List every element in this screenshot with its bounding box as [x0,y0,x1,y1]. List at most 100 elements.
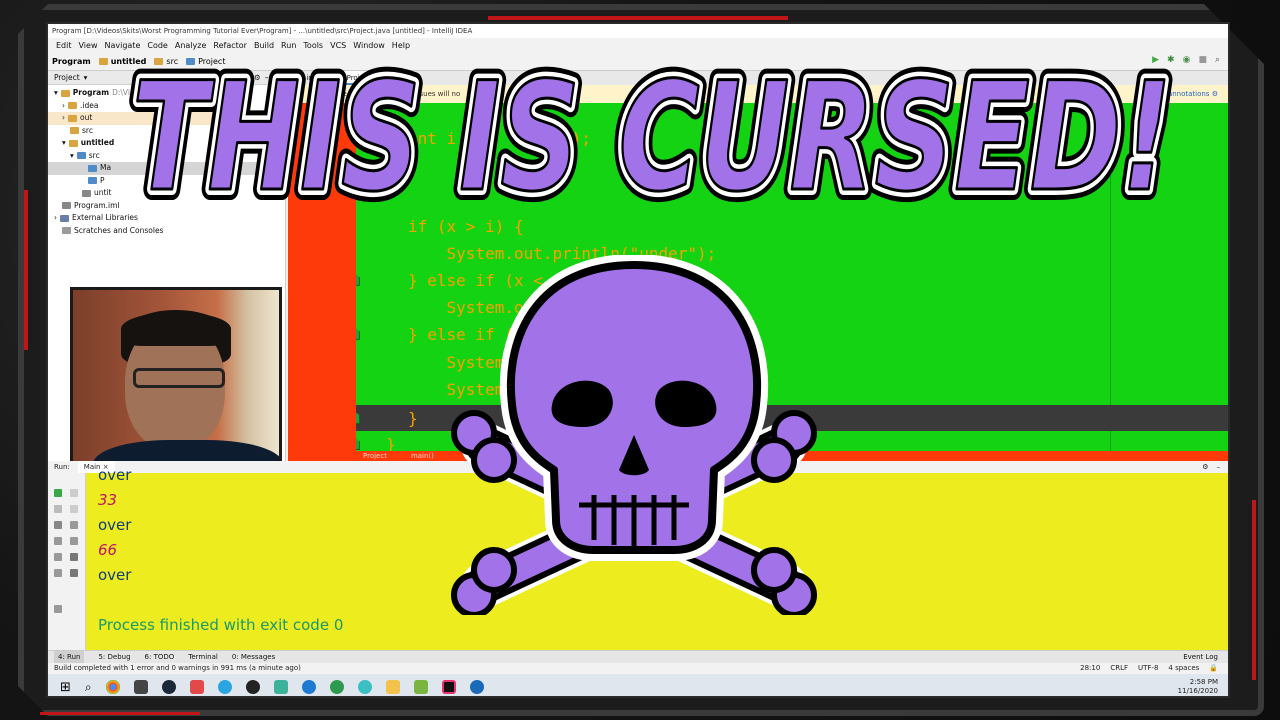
headline-text: THIS IS CURSED! [132,51,1172,224]
chevron-right-icon: › [54,213,57,222]
webcam-glasses [133,368,225,388]
console-output[interactable]: over 33 over 66 over Process finished wi… [98,466,344,638]
frame-accent-top [488,16,788,20]
store-icon[interactable] [133,680,148,694]
photos-icon[interactable] [357,680,372,694]
file-encoding[interactable]: UTF-8 [1138,663,1158,674]
folder-icon [68,114,77,122]
rerun-icon[interactable] [54,489,62,497]
frame-accent-bottom [40,712,200,715]
tool-tab-messages[interactable]: 0: Messages [232,651,275,663]
chrome-icon[interactable] [105,680,120,694]
folder-icon [60,89,70,97]
tool-tab-debug[interactable]: 5: Debug [98,651,130,663]
library-icon [60,214,69,222]
console-line: 66 [98,541,118,559]
chevron-down-icon: ▾ [70,150,74,160]
tree-item-scratches[interactable]: Scratches and Consoles [48,225,285,238]
search-icon[interactable]: ⌕ [1215,55,1220,65]
down-arrow-icon[interactable] [70,505,78,513]
menu-view[interactable]: View [79,38,98,53]
status-message: Build completed with 1 error and 0 warni… [54,664,301,672]
folder-icon [68,102,77,110]
editor-crumb-method[interactable]: main() [411,451,434,461]
breadcrumb-program[interactable]: Program [52,53,91,70]
headline-overlay: THIS IS CURSED! THIS IS CURSED! THIS IS … [121,44,1183,224]
trash-icon[interactable] [70,569,78,577]
minimize-icon[interactable]: – [1217,461,1229,473]
paint-icon[interactable] [413,680,428,694]
iml-file-icon [82,189,91,197]
gear-icon[interactable]: ⚙ [1202,461,1208,473]
class-icon [88,164,97,172]
skull-teeth [579,495,689,547]
soft-wrap-icon[interactable] [70,521,78,529]
tool-tab-run[interactable]: 4: Run [54,651,85,663]
game-icon[interactable] [273,680,288,694]
menu-edit[interactable]: Edit [56,38,72,53]
obs-icon[interactable] [245,680,260,694]
code-text: } [408,409,418,428]
print-icon[interactable] [70,553,78,561]
up-arrow-icon[interactable] [70,489,78,497]
edge-icon[interactable] [217,680,232,694]
code-text: } [386,435,396,451]
steam-icon[interactable] [161,680,176,694]
app-icon[interactable] [189,680,204,694]
webcam-hair-top [121,312,231,346]
tool-tab-terminal[interactable]: Terminal [188,651,218,663]
tray-date[interactable]: 11/16/2020 [1178,687,1218,696]
console-line: 33 [98,491,118,509]
run-toolbar-vertical [48,473,86,650]
chevron-down-icon[interactable]: ▾ [84,71,88,84]
edge-new-icon[interactable] [301,680,316,694]
restore-layout-icon[interactable] [54,537,62,545]
folder-icon [76,152,86,160]
class-icon [88,177,97,185]
status-bar: Build completed with 1 error and 0 warni… [48,663,1228,674]
folder-icon [70,127,79,135]
intellij-icon[interactable] [441,680,456,694]
window-title: Program [D:\Videos\Skits\Worst Programmi… [48,24,1228,38]
pin-icon[interactable] [54,605,62,613]
search-icon[interactable]: ⌕ [85,680,92,695]
skull-crossbones-icon [451,255,817,615]
tool-window-strip: 4: Run 5: Debug 6: TODO Terminal 0: Mess… [48,650,1228,663]
frame-accent-left [24,190,28,350]
chevron-right-icon: › [62,100,65,110]
browser-icon[interactable] [469,680,484,694]
scratches-icon [62,227,71,235]
console-line: over [98,566,132,584]
scroll-end-icon[interactable] [70,537,78,545]
stop-icon[interactable] [54,505,62,513]
folder-icon[interactable] [385,680,400,694]
line-separator[interactable]: CRLF [1110,663,1128,674]
stop-icon[interactable]: ■ [1198,55,1207,65]
settings-icon[interactable] [54,569,62,577]
console-line: Process finished with exit code 0 [98,616,344,634]
tray-time[interactable]: 2:58 PM [1178,678,1218,687]
skull [500,255,768,561]
caret-position[interactable]: 28:10 [1080,663,1100,674]
camera-icon[interactable] [54,521,62,529]
editor-crumb-class[interactable]: Project [363,451,387,461]
chevron-down-icon: ▾ [54,88,58,97]
event-log-button[interactable]: Event Log [1183,651,1228,663]
lock-icon[interactable]: 🔒 [1209,663,1218,674]
system-tray: 2:58 PM 11/16/2020 [1178,678,1218,696]
tool-tab-todo[interactable]: 6: TODO [145,651,175,663]
indent-setting[interactable]: 4 spaces [1168,663,1199,674]
windows-taskbar: ⊞ ⌕ 2:58 PM 11/16/2020 [48,674,1228,696]
project-view-selector[interactable]: Project [54,71,80,84]
thumbnail: Program [D:\Videos\Skits\Worst Programmi… [0,0,1280,720]
run-label: Run: [54,463,70,471]
folder-icon [68,139,78,147]
start-icon[interactable]: ⊞ [60,680,71,695]
exit-icon[interactable] [54,553,62,561]
iml-file-icon [62,202,71,210]
chevron-right-icon: › [62,113,65,122]
frame-accent-right [1252,500,1256,680]
maps-icon[interactable] [329,680,344,694]
console-line: over [98,516,132,534]
